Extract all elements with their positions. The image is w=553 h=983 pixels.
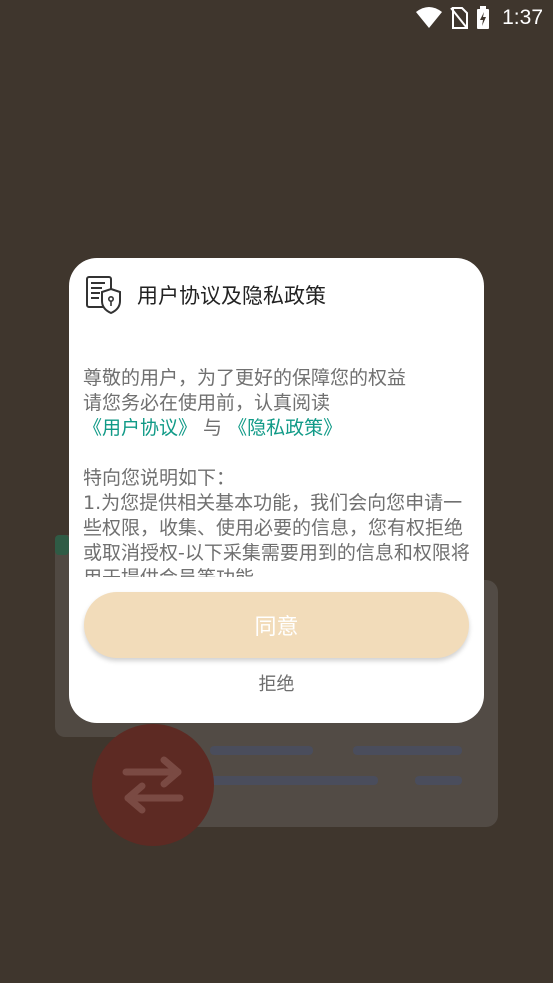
background-line	[353, 746, 462, 755]
reject-button[interactable]: 拒绝	[69, 668, 484, 698]
agree-button[interactable]: 同意	[84, 592, 469, 658]
intro-line-1: 尊敬的用户，为了更好的保障您的权益	[83, 367, 407, 389]
swap-arrows-icon	[122, 756, 184, 814]
privacy-document-shield-icon	[86, 276, 121, 315]
dialog-body[interactable]: 尊敬的用户，为了更好的保障您的权益 请您务必在使用前，认真阅读 《用户协议》 与…	[83, 366, 473, 577]
notice-heading: 特向您说明如下：	[83, 467, 236, 489]
agreement-links-line: 《用户协议》 与 《隐私政策》	[83, 416, 473, 441]
status-bar: 1:37	[0, 0, 553, 36]
background-line	[415, 776, 462, 785]
conjunction-text: 与	[197, 417, 229, 439]
background-line	[210, 746, 313, 755]
dialog-title: 用户协议及隐私政策	[137, 284, 326, 308]
no-sim-icon	[450, 7, 469, 29]
background-swap-circle	[92, 724, 214, 846]
user-agreement-link[interactable]: 《用户协议》	[83, 417, 197, 439]
privacy-dialog: 用户协议及隐私政策 尊敬的用户，为了更好的保障您的权益 请您务必在使用前，认真阅…	[69, 258, 484, 723]
status-time: 1:37	[502, 6, 543, 29]
background-line	[210, 776, 378, 785]
privacy-policy-link[interactable]: 《隐私政策》	[228, 417, 342, 439]
intro-line-2: 请您务必在使用前，认真阅读	[83, 392, 331, 414]
notice-body: 1.为您提供相关基本功能，我们会向您申请一些权限，收集、使用必要的信息，您有权拒…	[83, 492, 470, 577]
background-tag	[55, 535, 69, 555]
wifi-icon	[416, 7, 443, 28]
status-icons: 1:37	[416, 6, 543, 30]
battery-charging-icon	[477, 6, 490, 29]
dialog-header: 用户协议及隐私政策	[85, 275, 326, 315]
